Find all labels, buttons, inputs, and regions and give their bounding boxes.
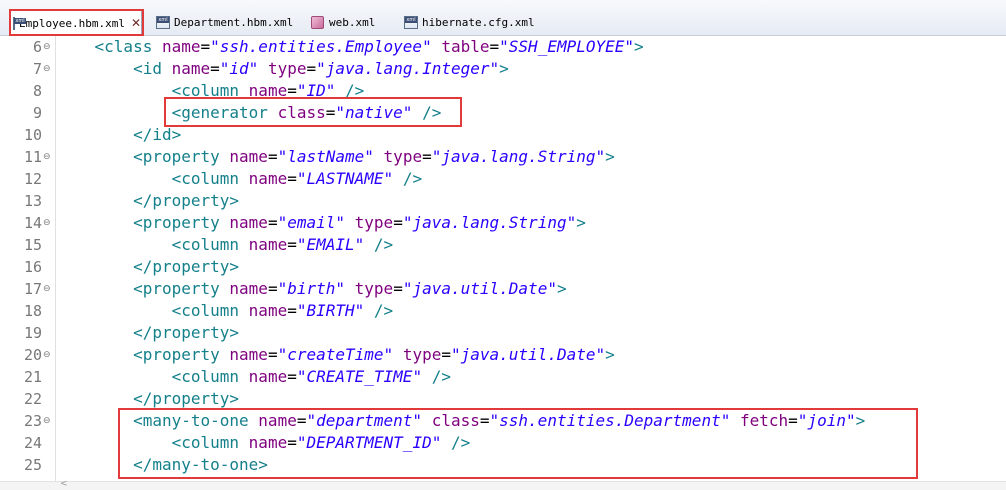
line-number: 10 — [23, 126, 42, 144]
line-number: 18 — [23, 302, 42, 320]
code-line[interactable]: 9 <generator class="native" /> — [0, 102, 1006, 124]
editor-tab-bar: Employee.hbm.xml ✕ Department.hbm.xml we… — [0, 0, 1006, 36]
code-line[interactable]: 11 ⊖ <property name="lastName" type="java… — [0, 146, 1006, 168]
line-number: 25 — [23, 456, 42, 474]
code-text: <property name="email" type="java.lang.S… — [133, 213, 586, 232]
code-text: <id name="id" type="java.lang.Integer"> — [133, 59, 509, 78]
fold-toggle-icon[interactable]: ⊖ — [43, 58, 51, 80]
generator-line-highlight — [164, 97, 462, 127]
code-line[interactable]: 14 ⊖ <property name="email" type="java.la… — [0, 212, 1006, 234]
code-line[interactable]: 19 </property> — [0, 322, 1006, 344]
line-number: 14 — [23, 214, 42, 232]
tab-label: hibernate.cfg.xml — [422, 16, 535, 29]
code-text: <property name="lastName" type="java.lan… — [133, 147, 615, 166]
tab-label: web.xml — [329, 16, 376, 29]
code-text: </id> — [133, 125, 182, 144]
line-number: 6 — [32, 38, 42, 56]
fold-toggle-icon[interactable]: ⊖ — [43, 212, 51, 234]
line-number: 19 — [23, 324, 42, 342]
line-number: 8 — [32, 82, 42, 100]
xml-file-icon — [404, 16, 418, 29]
code-text: <property name="birth" type="java.util.D… — [133, 279, 567, 298]
code-line[interactable]: 13 </property> — [0, 190, 1006, 212]
line-number: 23 — [23, 412, 42, 430]
line-number: 9 — [32, 104, 42, 122]
fold-toggle-icon[interactable]: ⊖ — [43, 344, 51, 366]
web-xml-icon — [311, 16, 324, 29]
line-number: 16 — [23, 258, 42, 276]
tab-label: Department.hbm.xml — [174, 16, 294, 29]
code-line[interactable]: 12 <column name="LASTNAME" /> — [0, 168, 1006, 190]
code-line[interactable]: 16 </property> — [0, 256, 1006, 278]
code-line[interactable]: 10 </id> — [0, 124, 1006, 146]
tab-web-xml[interactable]: web.xml — [311, 10, 375, 35]
code-text: <class name="ssh.entities.Employee" tabl… — [94, 37, 644, 56]
active-tab-highlight — [9, 9, 144, 36]
line-number: 20 — [23, 346, 42, 364]
code-text: </property> — [133, 389, 240, 408]
line-number: 11 — [23, 148, 42, 166]
code-text: <property name="createTime" type="java.u… — [133, 345, 615, 364]
code-line[interactable]: 18 <column name="BIRTH" /> — [0, 300, 1006, 322]
code-line[interactable]: 17 ⊖ <property name="birth" type="java.ut… — [0, 278, 1006, 300]
line-number: 15 — [23, 236, 42, 254]
code-line[interactable]: 7 ⊖ <id name="id" type="java.lang.Integer… — [0, 58, 1006, 80]
line-number: 13 — [23, 192, 42, 210]
code-text: </property> — [133, 323, 240, 342]
fold-toggle-icon[interactable]: ⊖ — [43, 146, 51, 168]
many-to-one-block-highlight — [118, 408, 918, 479]
code-line[interactable]: 6 ⊖ <class name="ssh.entities.Employee" t… — [0, 36, 1006, 58]
line-number: 21 — [23, 368, 42, 386]
code-line[interactable]: 21 <column name="CREATE_TIME" /> — [0, 366, 1006, 388]
line-number: 7 — [32, 60, 42, 78]
line-number: 22 — [23, 390, 42, 408]
code-text: <column name="BIRTH" /> — [171, 301, 394, 320]
code-line[interactable]: 8 <column name="ID" /> — [0, 80, 1006, 102]
tab-department-hbm-xml[interactable]: Department.hbm.xml — [156, 10, 293, 35]
code-line[interactable]: 22 </property> — [0, 388, 1006, 410]
line-number: 24 — [23, 434, 42, 452]
code-text: </property> — [133, 191, 240, 210]
line-number: 17 — [23, 280, 42, 298]
xml-file-icon — [156, 16, 170, 29]
fold-toggle-icon[interactable]: ⊖ — [43, 278, 51, 300]
code-line[interactable]: 20 ⊖ <property name="createTime" type="ja… — [0, 344, 1006, 366]
code-text: <column name="LASTNAME" /> — [171, 169, 423, 188]
fold-toggle-icon[interactable]: ⊖ — [43, 36, 51, 58]
code-line[interactable]: 15 <column name="EMAIL" /> — [0, 234, 1006, 256]
code-text: </property> — [133, 257, 240, 276]
tab-hibernate-cfg-xml[interactable]: hibernate.cfg.xml — [404, 10, 535, 35]
line-number: 12 — [23, 170, 42, 188]
fold-toggle-icon[interactable]: ⊖ — [43, 410, 51, 432]
code-text: <column name="EMAIL" /> — [171, 235, 394, 254]
scroll-left-icon[interactable]: < — [60, 479, 68, 489]
code-text: <column name="CREATE_TIME" /> — [171, 367, 451, 386]
